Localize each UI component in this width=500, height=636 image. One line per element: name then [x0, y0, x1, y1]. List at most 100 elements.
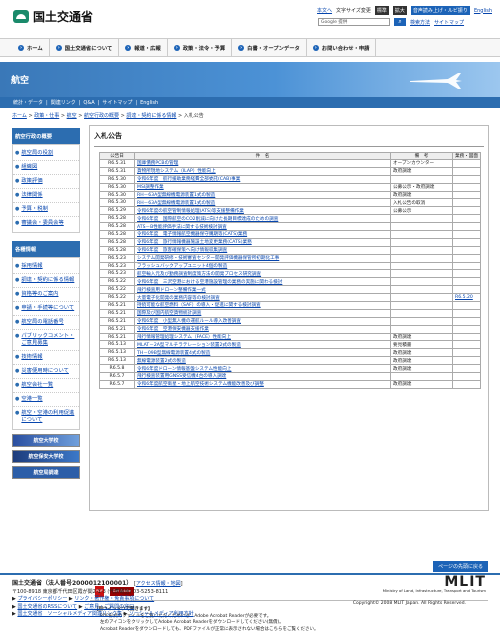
sidebar-item-label[interactable]: 技術情報 [21, 354, 42, 361]
site-logo[interactable]: 国土交通省 [13, 8, 93, 25]
sidebar-item[interactable]: ● 空港一覧 [13, 393, 79, 407]
sidebar-item-label[interactable]: パブリックコメント・ご意見募集 [21, 333, 77, 347]
cell-title-text[interactable]: システム開発研修・技術審査センター開発評価機器保管所初期化工事 [137, 256, 279, 261]
breadcrumb-item[interactable]: 政策・仕事 [34, 113, 59, 119]
banner-security-college[interactable]: 航空保安大学校 [12, 450, 80, 463]
footer-link[interactable]: プライバシーポリシー [17, 596, 67, 602]
sidebar-item-label[interactable]: 法律関係 [21, 192, 42, 199]
sidebar-item[interactable]: ● 航空局の電話番号 [13, 316, 79, 330]
nav-about[interactable]: › 国土交通省について [50, 39, 120, 56]
search-button[interactable]: ⌕ [394, 18, 406, 26]
cell-title-text[interactable]: 貨物所現地システム（ILAP）性能向上 [137, 169, 216, 174]
banner-procurement[interactable]: 航空局調達 [12, 466, 80, 479]
footer-link[interactable]: 国土交通省 ソーシャルメディア関連リンク集 [17, 611, 122, 617]
cell-title-text[interactable]: 令和6年度 航行援助業務経費全部委託(CAB)事業 [137, 177, 240, 182]
cell-title-text[interactable]: 令和6年度ドローン情報基盤システム性能向上 [137, 367, 231, 372]
skip-to-content-link[interactable]: 本文へ [317, 7, 332, 14]
cell-title-text[interactable]: 飛行検査用ドローン整備作業一式 [137, 288, 206, 293]
breadcrumb-item[interactable]: 航空行政の概要 [84, 113, 119, 119]
cell-title-text[interactable]: フラッシュバックアップユニット4個の製造 [137, 264, 227, 269]
subnav-qa[interactable]: Q&A [83, 100, 94, 106]
sidebar-item[interactable]: ● 資格等のご案内 [13, 288, 79, 302]
cell-title-text[interactable]: RH－63A型無線機電源装置1式の製造 [137, 201, 215, 206]
english-link[interactable]: English [474, 8, 492, 14]
sidebar-item-label[interactable]: 政策評価 [21, 178, 42, 185]
sidebar-item-label[interactable]: 航空局の電話番号 [21, 319, 63, 326]
sidebar-item[interactable]: ● 審議会・委員会等 [13, 217, 79, 230]
cell-title-text[interactable]: 令和6年度の航空管制情報処理(ATS)等支援整備作業 [137, 209, 244, 214]
search-input[interactable]: Google 提供 [318, 18, 390, 26]
sidebar-item[interactable]: ● 申請・手続等について [13, 302, 79, 316]
cell-title-text[interactable]: 持続可能な航空燃料（SAF）の導入・促進に関する検討調査 [137, 303, 261, 308]
subnav-stats[interactable]: 統計・データ [13, 99, 43, 106]
cell-title-text[interactable]: 令和6年度 旅行情報機器施設土地変更業務(CATS)業務 [137, 240, 252, 245]
cell-title-text[interactable]: TH－09B型無線電源装置4式の製造 [137, 351, 210, 356]
nav-contact[interactable]: › お問い合わせ・申請 [307, 39, 377, 56]
sidebar-item[interactable]: ● 政策評価 [13, 175, 79, 189]
font-large-button[interactable]: 拡大 [392, 6, 407, 15]
footer-link[interactable]: ご意見・ご質問の窓口 [84, 604, 134, 610]
sidebar-item[interactable]: ● 航空局の役割 [13, 147, 79, 161]
cell-title-text[interactable]: 令和6年度 空港保安機器支援作業 [137, 327, 209, 332]
nav-whitepaper[interactable]: › 白書・オープンデータ [232, 39, 307, 56]
cell-title-text[interactable]: 飛行情報管理処理システム（FACE）性能向上 [137, 335, 231, 340]
cell-title-text[interactable]: 国庫債務PCBの管理 [137, 161, 178, 166]
font-standard-button[interactable]: 標準 [374, 6, 389, 15]
sidebar-item-label[interactable]: 予算・税制 [21, 206, 48, 213]
sidebar-item-label[interactable]: 航空会社一覧 [21, 382, 53, 389]
nav-press[interactable]: › 報道・広報 [119, 39, 168, 56]
sidebar-item-label[interactable]: 資格等のご案内 [21, 291, 58, 298]
cell-title-text[interactable]: 令和6年度航空衛星・地上航空技術システム機能改善及び調整 [137, 382, 264, 387]
sidebar-item[interactable]: ● 航空・空港の利用促進について [13, 407, 79, 427]
cell-attachment-text[interactable]: R6.5.20 [455, 295, 473, 300]
sidebar-item[interactable]: ● 航空会社一覧 [13, 379, 79, 393]
sidebar-item[interactable]: ● 法律関係 [13, 189, 79, 203]
sidebar-item-label[interactable]: 航空局の役割 [21, 150, 53, 157]
footer-link[interactable]: 国土交通省のRSSについて [17, 604, 77, 610]
page-top-button[interactable]: ページの先頭に戻る [433, 561, 488, 572]
sidebar-item[interactable]: ● 災害便用時について [13, 365, 79, 379]
cell-title-text[interactable]: 無線電源装置2式の製造 [137, 359, 186, 364]
sidebar-item-label[interactable]: 採用情報 [21, 263, 42, 270]
footer-access-link[interactable]: アクセス情報・地図 [136, 581, 181, 587]
cell-title-text[interactable]: 航空輸入元及び勤務調査制度策方法の開発プロセス研究調査 [137, 272, 261, 277]
cell-title-text[interactable]: 令和6年度 小型無人機の運航ルール導入改善調査 [137, 319, 241, 324]
subnav-links[interactable]: 関連リンク [51, 99, 76, 106]
sidebar-item-label[interactable]: 組織図 [21, 164, 37, 171]
subnav-english[interactable]: English [140, 100, 158, 106]
sidebar-item-label[interactable]: 申請・手続等について [21, 305, 74, 312]
cell-title-text[interactable]: 大量電子化開発の業務内容等の検討調査 [137, 296, 220, 301]
footer-link[interactable]: リンク・著作権・免責事項について [74, 596, 154, 602]
cell-title-text[interactable]: 国際及び国内航空貨物統計調査 [137, 311, 201, 316]
footer-link[interactable]: ソーシャルメディア利用方針 [129, 611, 194, 617]
sidebar-item[interactable]: ● 採用情報 [13, 260, 79, 274]
nav-policy[interactable]: › 政策・法令・予算 [168, 39, 233, 56]
cell-title-text[interactable]: MLAT－2A型マルチラテレーション装置2式の製造 [137, 343, 241, 348]
sidebar-item-label[interactable]: 調達・契約に係る情報 [21, 277, 74, 284]
banner-aviation-college[interactable]: 航空大学校 [12, 434, 80, 447]
speech-ruby-button[interactable]: 音声読み上げ・ルビ振り [410, 6, 470, 15]
cell-title-text[interactable]: ATS－B性能評価手法に関する技術検討調査 [137, 225, 227, 230]
search-help-link[interactable]: 検索方法 [410, 19, 430, 26]
sidebar-item-label[interactable]: 審議会・委員会等 [21, 220, 63, 227]
cell-title-text[interactable]: 令和6年度 国際航空のCO2削減に向けた長期目標達成のための調査 [137, 217, 278, 222]
sidebar-item[interactable]: ● 予算・税制 [13, 203, 79, 217]
cell-title-text[interactable]: 令和6年度 電子情報航空機器保守購期等(CATS)業務 [137, 232, 247, 237]
cell-title-text[interactable]: 飛行検査装置用GNSS受信機4台の導入調達 [137, 374, 226, 379]
sitemap-link[interactable]: サイトマップ [434, 19, 464, 26]
sidebar-item[interactable]: ● 組織図 [13, 161, 79, 175]
sidebar-item[interactable]: ● 技術情報 [13, 351, 79, 365]
sidebar-item-label[interactable]: 災害便用時について [21, 368, 69, 375]
breadcrumb-item[interactable]: ホーム [12, 113, 27, 119]
nav-home[interactable]: › ホーム [12, 39, 50, 56]
sidebar-item[interactable]: ● パブリックコメント・ご意見募集 [13, 330, 79, 351]
breadcrumb-item[interactable]: 航空 [67, 113, 77, 119]
cell-title-text[interactable]: 令和6年度 旅客確保策へ向け情報収集調査 [137, 248, 227, 253]
cell-title-text[interactable]: RH－63A型無線機電源装置1式の製造 [137, 193, 215, 198]
sidebar-item[interactable]: ● 調達・契約に係る情報 [13, 274, 79, 288]
sidebar-item-label[interactable]: 航空・空港の利用促進について [21, 410, 77, 424]
cell-title-text[interactable]: 令和6年度 三沢空港における空港施設管理の業務の実施に関わる検討 [137, 280, 282, 285]
sidebar-item-label[interactable]: 空港一覧 [21, 396, 42, 403]
breadcrumb-item[interactable]: 調達・契約に係る情報 [126, 113, 176, 119]
subnav-sitemap[interactable]: サイトマップ [102, 99, 132, 106]
